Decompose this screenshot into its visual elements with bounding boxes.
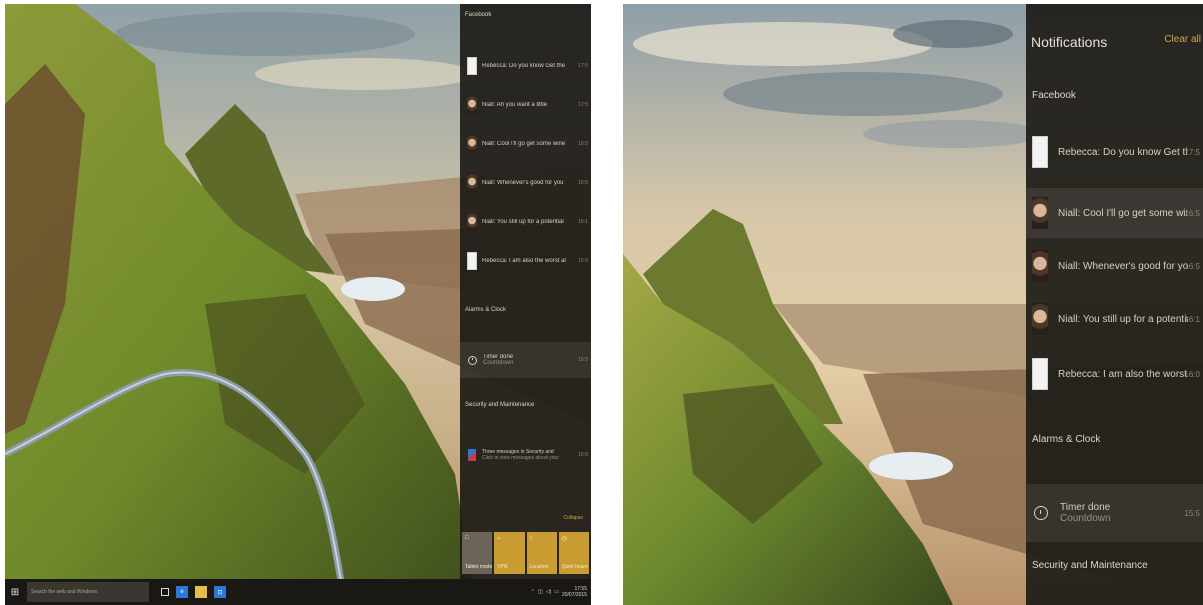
- file-explorer-icon[interactable]: [195, 586, 207, 598]
- notification-time: 17:5: [578, 102, 588, 108]
- notification-text: Niall: You still up for a potential: [1058, 313, 1188, 325]
- chevron-up-icon[interactable]: ⌃: [531, 589, 535, 595]
- left-screenshot: Facebook Rebecca: Do you know Get the 17…: [5, 4, 591, 605]
- notification-text: Niall: Cool I'll go get some wine: [1058, 207, 1188, 219]
- edge-browser-icon[interactable]: e: [176, 586, 188, 598]
- alarm-clock-icon: [1034, 506, 1048, 520]
- quick-action-location[interactable]: ☾ Location: [526, 532, 557, 574]
- notification-text: Niall: Ah you want a little: [482, 102, 548, 108]
- task-view-icon[interactable]: [161, 588, 169, 596]
- notification-item[interactable]: Rebecca: Do you know Get the 17:5: [460, 53, 591, 79]
- notification-text: Niall: You still up for a potential: [482, 219, 564, 225]
- start-button[interactable]: ⊞: [5, 579, 25, 605]
- network-icon[interactable]: ◫: [538, 589, 543, 595]
- timer-notification[interactable]: Timer done Countdown 15:5: [460, 342, 591, 378]
- clock-date: 20/07/2015: [561, 592, 587, 598]
- taskbar: ⊞ Search the web and Windows e ⊡ ⌃ ◫ ◁) …: [5, 579, 591, 605]
- notification-item[interactable]: Rebecca: I am also the worst at 16:0: [460, 248, 591, 274]
- vpn-icon: ⌁: [497, 536, 501, 542]
- timer-subtitle: Countdown: [483, 360, 514, 366]
- notification-item[interactable]: Niall: Cool I'll go get some wine 16:5: [460, 131, 591, 157]
- notification-text: Rebecca: Do you know Get the: [482, 63, 566, 69]
- notification-time: 17:5: [578, 63, 588, 69]
- notification-time: 15:5: [1184, 508, 1200, 518]
- avatar: [1032, 197, 1048, 229]
- timer-title: Timer done: [1060, 502, 1111, 513]
- group-header-facebook[interactable]: Facebook: [465, 12, 491, 18]
- location-icon: ☾: [529, 536, 535, 542]
- notification-time: 16:1: [1184, 314, 1200, 324]
- tile-label: Tablet mode: [465, 564, 493, 570]
- volume-icon[interactable]: ◁): [546, 589, 552, 595]
- quick-actions: □ Tablet mode ⌁ VPN ☾ Location ◷ Quiet h…: [460, 532, 591, 574]
- action-center-panel: Facebook Rebecca: Do you know Get the 17…: [460, 4, 591, 579]
- flag-icon: [468, 449, 476, 461]
- group-header-security[interactable]: Security and Maintenance: [465, 402, 534, 408]
- notification-time: 16:5: [578, 180, 588, 186]
- notification-time: 16:5: [1184, 261, 1200, 271]
- avatar: [1032, 303, 1048, 335]
- notification-text: Niall: Whenever's good for you: [482, 180, 564, 186]
- collapse-button[interactable]: Collapse: [564, 515, 583, 521]
- group-header-alarms[interactable]: Alarms & Clock: [1032, 434, 1100, 445]
- notification-text: Rebecca: I am also the worst at: [482, 258, 567, 264]
- group-header-security[interactable]: Security and Maintenance: [1032, 560, 1148, 571]
- notification-text: Rebecca: Do you know Get the: [1058, 146, 1188, 158]
- notification-item[interactable]: Niall: Ah you want a little 17:5: [460, 92, 591, 118]
- quiet-hours-icon: ◷: [561, 536, 567, 542]
- notification-item[interactable]: Niall: Cool I'll go get some wine 16:5: [1026, 188, 1203, 238]
- alarm-clock-icon: [468, 355, 477, 365]
- notification-thumbnail: [467, 252, 477, 270]
- notification-time: 15:0: [578, 452, 588, 458]
- tile-label: Quiet hours: [561, 564, 588, 570]
- notification-item[interactable]: Niall: You still up for a potential 16:1: [1026, 294, 1203, 344]
- notification-time: 16:0: [578, 258, 588, 264]
- notification-item[interactable]: Niall: Whenever's good for you 16:5: [460, 170, 591, 196]
- system-tray: ⌃ ◫ ◁) ▭ 17:55 20/07/2015: [531, 586, 591, 598]
- group-header-facebook[interactable]: Facebook: [1032, 90, 1076, 101]
- security-subtitle: Click to view messages about your: [482, 455, 559, 461]
- tablet-mode-icon: □: [465, 535, 469, 541]
- avatar: [1032, 250, 1048, 282]
- avatar: [467, 174, 477, 192]
- notification-time: 16:0: [1184, 369, 1200, 379]
- clear-all-button[interactable]: Clear all: [1164, 34, 1201, 45]
- notification-thumbnail: [1032, 358, 1048, 390]
- notification-text: Niall: Cool I'll go get some wine: [482, 141, 566, 147]
- quick-action-tablet-mode[interactable]: □ Tablet mode: [462, 532, 493, 574]
- taskbar-clock[interactable]: 17:55 20/07/2015: [562, 586, 587, 598]
- timer-subtitle: Countdown: [1060, 513, 1111, 524]
- notification-thumbnail: [1032, 136, 1048, 168]
- group-header-alarms[interactable]: Alarms & Clock: [465, 307, 506, 313]
- notification-item[interactable]: Rebecca: Do you know Get the 17:5: [1026, 127, 1203, 177]
- notification-time: 16:5: [578, 141, 588, 147]
- notification-text: Rebecca: I am also the worst at: [1058, 368, 1188, 380]
- right-screenshot: Notifications Clear all Facebook Rebecca…: [623, 4, 1203, 605]
- quick-action-vpn[interactable]: ⌁ VPN: [494, 532, 525, 574]
- tile-label: VPN: [497, 564, 508, 570]
- quick-action-quiet-hours[interactable]: ◷ Quiet hours: [558, 532, 589, 574]
- tile-label: Location: [529, 564, 549, 570]
- notification-item[interactable]: Rebecca: I am also the worst at 16:0: [1026, 349, 1203, 399]
- notification-item[interactable]: Niall: Whenever's good for you 16:5: [1026, 241, 1203, 291]
- notification-item[interactable]: Niall: You still up for a potential 16:1: [460, 209, 591, 235]
- action-center-icon[interactable]: ▭: [554, 589, 559, 595]
- notification-thumbnail: [467, 57, 477, 75]
- store-icon[interactable]: ⊡: [214, 586, 226, 598]
- notifications-title: Notifications: [1031, 34, 1108, 50]
- avatar: [467, 135, 477, 153]
- notification-time: 16:1: [578, 219, 588, 225]
- search-placeholder: Search the web and Windows: [31, 589, 98, 595]
- search-input[interactable]: Search the web and Windows: [27, 582, 149, 602]
- notification-text: Niall: Whenever's good for you: [1058, 260, 1188, 272]
- security-notification[interactable]: Three messages in Security and Click to …: [460, 438, 591, 472]
- timer-notification[interactable]: Timer done Countdown 15:5: [1026, 484, 1203, 542]
- action-center-panel: Notifications Clear all Facebook Rebecca…: [1026, 4, 1203, 605]
- notification-time: 17:5: [1184, 147, 1200, 157]
- notification-time: 16:5: [1184, 208, 1200, 218]
- avatar: [467, 213, 477, 231]
- avatar: [467, 96, 477, 114]
- notification-time: 15:5: [578, 357, 588, 363]
